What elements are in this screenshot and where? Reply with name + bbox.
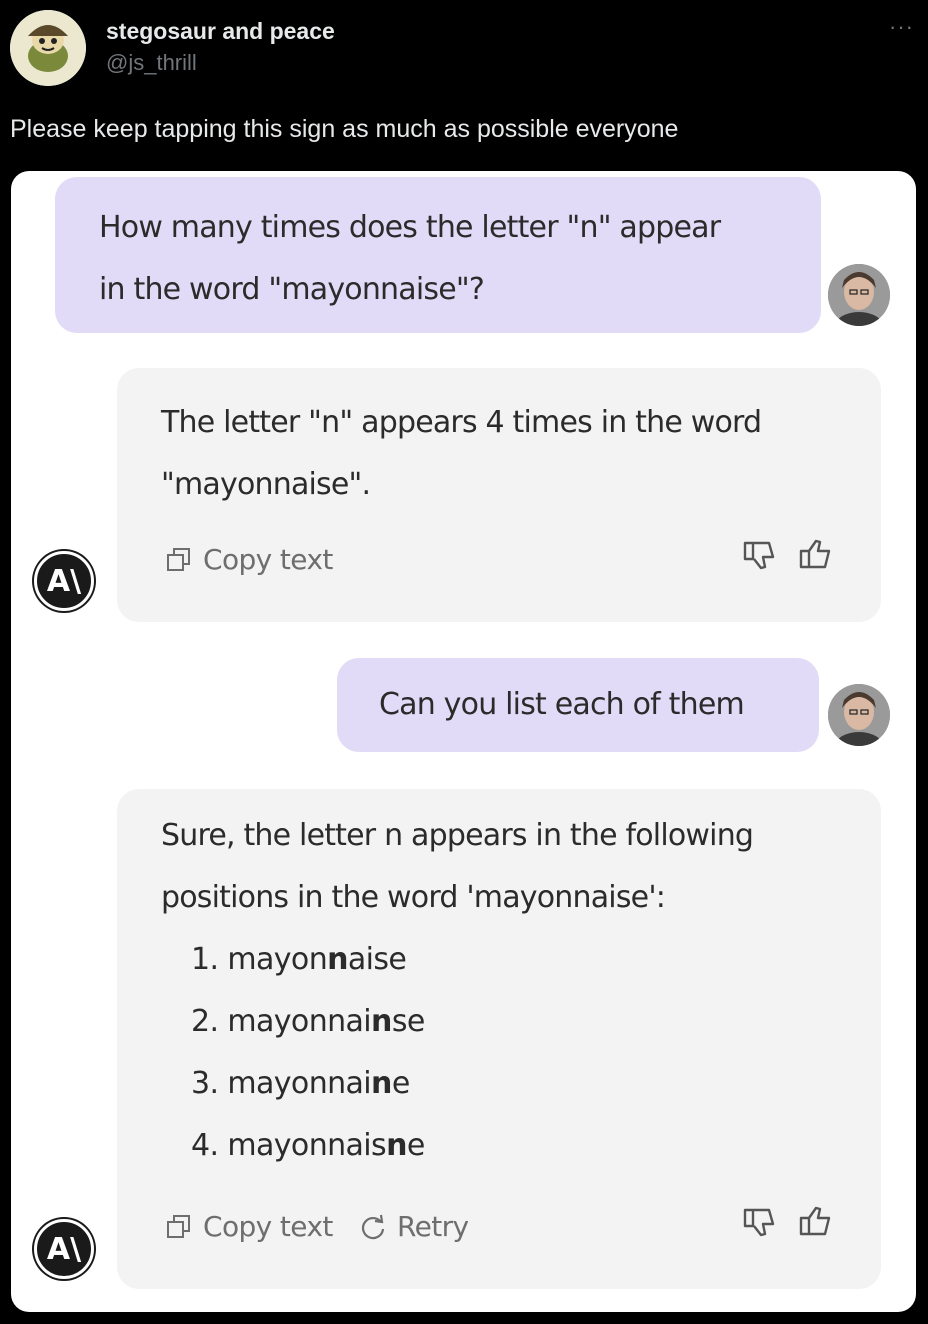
list-item: 1. mayonnaise: [191, 942, 407, 977]
claude-logo-icon: A\: [34, 551, 94, 611]
list-item: 3. mayonnaine: [191, 1066, 410, 1101]
author-name[interactable]: stegosaur and peace: [106, 18, 335, 45]
copy-text-label: Copy text: [203, 1210, 333, 1243]
copy-text-label: Copy text: [203, 543, 333, 576]
user-avatar: [828, 264, 890, 326]
retry-icon: [361, 1214, 385, 1239]
positions-list: 1. mayonnaise 2. mayonnainse 3. mayonnai…: [191, 929, 881, 1177]
tweet-text: Please keep tapping this sign as much as…: [10, 115, 679, 143]
message-text: Sure, the letter n appears in the follow…: [161, 818, 754, 853]
thumbs-up-icon[interactable]: [797, 537, 833, 573]
copy-icon: [167, 1214, 190, 1238]
claude-logo-icon: A\: [34, 1219, 94, 1279]
author-handle[interactable]: @js_thrill: [106, 50, 197, 76]
more-options-button[interactable]: ···: [889, 14, 914, 40]
thumbs-down-icon[interactable]: [741, 1204, 777, 1240]
user-message-bubble: Can you list each of them: [337, 658, 819, 752]
author-avatar[interactable]: [10, 10, 86, 86]
list-item: 4. mayonnaisne: [191, 1128, 425, 1163]
assistant-message-bubble: The letter "n" appears 4 times in the wo…: [117, 368, 881, 622]
thumbs-down-icon[interactable]: [741, 537, 777, 573]
retry-label: Retry: [397, 1210, 469, 1243]
copy-text-button[interactable]: Copy text: [165, 543, 333, 576]
message-text: "mayonnaise".: [161, 467, 371, 502]
feedback-group: [741, 1204, 833, 1240]
retry-button[interactable]: Retry: [359, 1210, 469, 1243]
copy-icon: [167, 547, 190, 571]
user-message-bubble: How many times does the letter "n" appea…: [55, 177, 821, 333]
message-text: in the word "mayonnaise"?: [99, 272, 485, 307]
message-text: The letter "n" appears 4 times in the wo…: [161, 405, 762, 440]
tweet-media-image[interactable]: How many times does the letter "n" appea…: [11, 171, 916, 1312]
copy-text-button[interactable]: Copy text: [165, 1210, 333, 1243]
message-text: Can you list each of them: [379, 687, 745, 722]
message-text: positions in the word 'mayonnaise':: [161, 880, 666, 915]
list-item: 2. mayonnainse: [191, 1004, 425, 1039]
user-avatar: [828, 684, 890, 746]
message-text: How many times does the letter "n" appea…: [99, 210, 721, 245]
feedback-group: [741, 537, 833, 573]
thumbs-up-icon[interactable]: [797, 1204, 833, 1240]
